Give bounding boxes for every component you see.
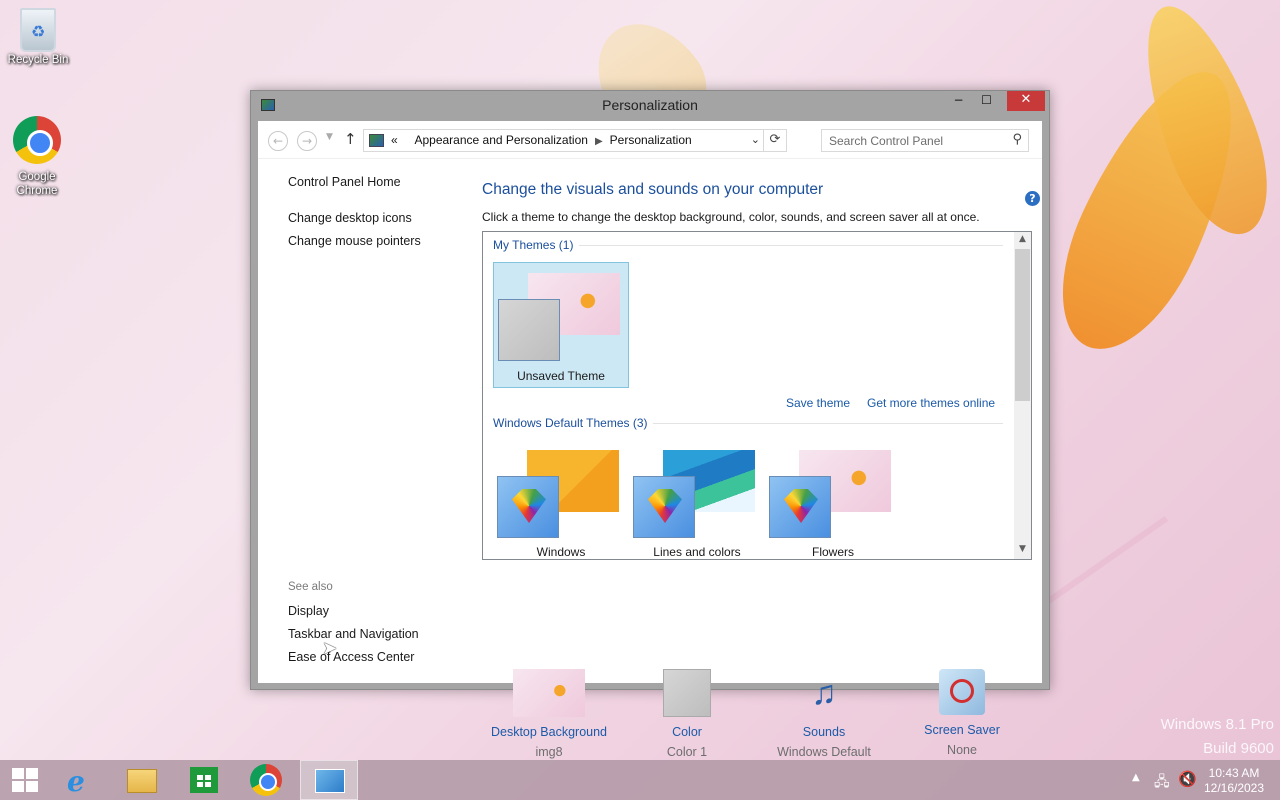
show-hidden-icons-button[interactable]: ▲	[1132, 772, 1140, 800]
internet-explorer-icon: e	[67, 765, 85, 798]
setting-value: Windows Default	[777, 745, 871, 759]
desktop-icon-recycle-bin[interactable]: Recycle Bin	[2, 8, 74, 66]
themes-list[interactable]: My Themes (1) Unsaved Theme Save theme G…	[482, 231, 1032, 560]
minimize-button[interactable]: −	[945, 91, 972, 111]
no-symbol-icon	[950, 679, 974, 703]
back-button[interactable]: ←	[268, 131, 288, 151]
page-description: Click a theme to change the desktop back…	[482, 210, 980, 224]
recycle-bin-icon	[20, 8, 56, 52]
taskbar-file-explorer[interactable]	[113, 760, 171, 800]
group-divider	[653, 423, 1003, 424]
scroll-up-icon[interactable]: ▲	[1014, 234, 1031, 244]
search-box[interactable]: ⚲	[821, 129, 1029, 152]
desktop-icon-google-chrome[interactable]: Google Chrome	[1, 116, 73, 198]
start-button[interactable]	[0, 760, 58, 800]
theme-name: Windows	[536, 545, 586, 559]
screen-saver-icon	[939, 669, 985, 715]
setting-label[interactable]: Color	[617, 725, 757, 739]
theme-tile-flowers[interactable]: Flowers	[765, 440, 901, 559]
mouse-cursor-icon: ➤	[322, 638, 338, 659]
clock-date: 12/16/2023	[1203, 781, 1265, 795]
address-dropdown-icon[interactable]: ⌄	[751, 133, 760, 146]
theme-name: Unsaved Theme	[517, 369, 605, 383]
color-palette-icon	[633, 476, 695, 538]
themes-scrollbar[interactable]: ▲ ▼	[1014, 232, 1031, 559]
start-icon	[12, 768, 38, 792]
chrome-icon	[13, 116, 61, 164]
desktop-icon-label: Google Chrome	[16, 171, 58, 197]
control-panel-icon	[315, 769, 345, 793]
breadcrumb-separator-icon[interactable]: ▶	[595, 136, 603, 147]
setting-value: img8	[535, 745, 563, 759]
theme-tile-lines-and-colors[interactable]: Lines and colors	[629, 440, 765, 559]
sidebar-link-change-desktop-icons[interactable]: Change desktop icons	[288, 211, 412, 225]
clock-time: 10:43 AM	[1208, 766, 1260, 780]
see-also-link-ease-of-access[interactable]: Ease of Access Center	[288, 650, 414, 664]
desktop-background-setting[interactable]: Desktop Background img8	[479, 669, 619, 759]
file-explorer-icon	[127, 769, 157, 793]
maximize-button[interactable]: ☐	[973, 91, 1000, 111]
see-also-link-display[interactable]: Display	[288, 604, 329, 618]
see-also-link-taskbar-navigation[interactable]: Taskbar and Navigation	[288, 627, 419, 641]
color-palette-icon	[497, 476, 559, 538]
taskbar-chrome[interactable]	[237, 760, 295, 800]
taskbar-internet-explorer[interactable]: e	[52, 760, 110, 800]
network-icon[interactable]: 🖧	[1154, 771, 1170, 800]
breadcrumb-item-personalization[interactable]: Personalization	[610, 133, 692, 147]
setting-label[interactable]: Sounds	[754, 725, 894, 739]
see-also-heading: See also	[288, 581, 333, 593]
setting-label[interactable]: Screen Saver	[892, 723, 1032, 737]
scroll-down-icon[interactable]: ▼	[1014, 544, 1031, 554]
volume-muted-icon[interactable]: 🔇	[1178, 770, 1197, 800]
window-title: Personalization	[602, 97, 698, 113]
personalization-window: Personalization − ☐ ✕ ← → ▼ ↑ « Appearan…	[250, 90, 1050, 759]
group-label-default-themes: Windows Default Themes (3)	[493, 416, 648, 430]
color-icon	[663, 669, 711, 717]
help-icon[interactable]: ?	[1025, 191, 1040, 206]
watermark-build: Build 9600	[1203, 740, 1274, 757]
sidebar-link-control-panel-home[interactable]: Control Panel Home	[288, 175, 401, 189]
setting-label[interactable]: Desktop Background	[479, 725, 619, 739]
desktop-icon-label: Recycle Bin	[7, 54, 69, 66]
search-icon[interactable]: ⚲	[1012, 132, 1022, 147]
close-button[interactable]: ✕	[1007, 91, 1045, 111]
sounds-icon: ♫	[811, 674, 837, 712]
color-palette-icon	[769, 476, 831, 538]
save-theme-link[interactable]: Save theme	[786, 396, 850, 410]
taskbar: e ▲ 🖧 🔇 10:43 AM 12/16/2023	[0, 760, 1280, 800]
setting-value: None	[947, 743, 977, 757]
taskbar-control-panel[interactable]	[300, 760, 358, 800]
refresh-button[interactable]: ⟳	[763, 130, 786, 151]
theme-name: Flowers	[811, 545, 854, 559]
sidebar-link-change-mouse-pointers[interactable]: Change mouse pointers	[288, 234, 421, 248]
color-setting[interactable]: Color Color 1	[617, 669, 757, 759]
window-client: ← → ▼ ↑ « Appearance and Personalization…	[258, 121, 1042, 759]
theme-tile-windows[interactable]: Windows	[493, 440, 629, 559]
desktop-background-icon	[513, 669, 585, 717]
theme-color-swatch	[498, 299, 560, 361]
group-label-my-themes: My Themes (1)	[493, 238, 574, 252]
sidebar: Control Panel Home Change desktop icons …	[288, 121, 468, 681]
scroll-thumb[interactable]	[1015, 249, 1030, 401]
page-title: Change the visuals and sounds on your co…	[482, 181, 824, 198]
get-more-themes-link[interactable]: Get more themes online	[867, 396, 995, 410]
sounds-setting[interactable]: ♫ Sounds Windows Default	[754, 669, 894, 759]
taskbar-store[interactable]	[175, 760, 233, 800]
watermark-edition: Windows 8.1 Pro	[1160, 716, 1274, 733]
theme-tile-unsaved-theme[interactable]: Unsaved Theme	[493, 262, 629, 388]
setting-value: Color 1	[666, 745, 708, 759]
group-divider	[579, 245, 1003, 246]
screen-saver-setting[interactable]: Screen Saver None	[892, 669, 1032, 757]
chrome-icon	[250, 764, 282, 796]
theme-name: Lines and colors	[653, 545, 741, 559]
search-input[interactable]	[822, 130, 997, 151]
clock[interactable]: 10:43 AM 12/16/2023	[1200, 766, 1268, 796]
store-icon	[190, 767, 218, 793]
title-bar[interactable]: Personalization − ☐ ✕	[251, 91, 1049, 121]
